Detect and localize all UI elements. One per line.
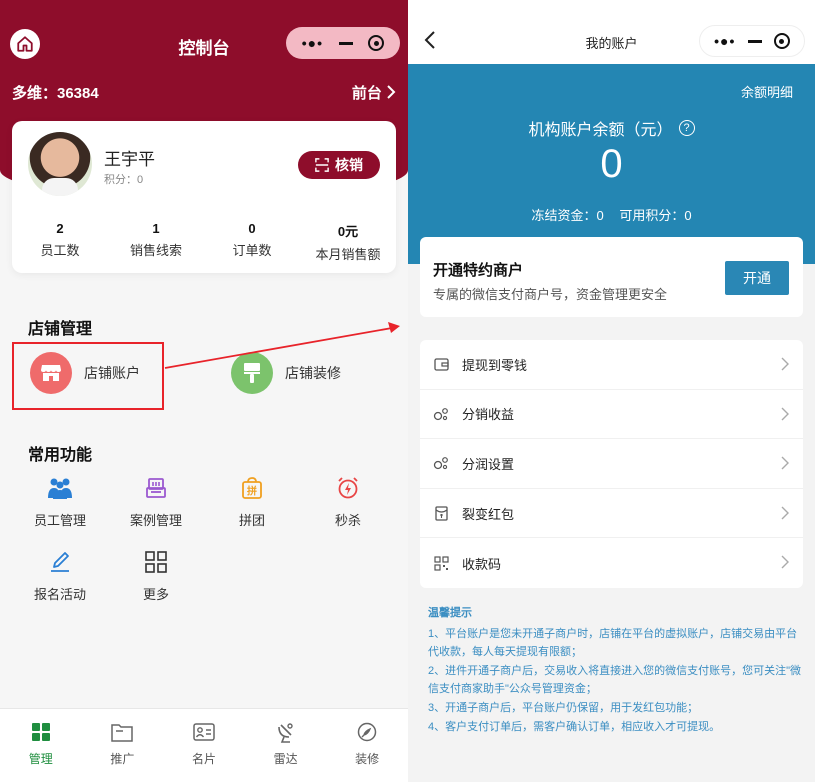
stat-monthly-sales[interactable]: 0元 本月销售额 [300,221,396,263]
tab-manage[interactable]: 管理 [0,709,82,782]
account-panel: 我的账户 •●• 余额明细 机构账户余额（元） ? 0 冻结资金：0 可用积分：… [408,0,815,782]
menu-withdraw[interactable]: 提现到零钱 [420,340,803,390]
balance-detail-link[interactable]: 余额明细 [741,82,793,101]
frozen-funds: 冻结资金：0 [531,208,604,223]
flash-sale-icon [300,474,396,502]
signup-icon [12,548,108,576]
menu-payment-qr[interactable]: 收款码 [420,538,803,588]
tip-item: 2、进件开通子商户后，交易收入将直接进入您的微信支付账号，您可关注"微信支付商家… [428,664,802,696]
miniprogram-capsule: •●• [286,27,400,59]
staff-icon [12,474,108,502]
minimize-icon[interactable] [747,39,762,43]
balance-title: 机构账户余额（元） ? [408,116,815,140]
open-merchant-button[interactable]: 开通 [725,261,789,295]
miniprogram-capsule: •●• [699,25,805,57]
func-group-buy[interactable]: 拼 拼团 [204,474,300,529]
group-buy-icon: 拼 [204,474,300,502]
duowei-text: 多维：36384 [12,85,99,102]
user-name: 王宇平 [104,150,155,169]
close-miniprogram-icon[interactable] [773,33,790,49]
tab-promote[interactable]: 推广 [82,709,164,782]
balance-sub-info: 冻结资金：0 可用积分：0 [408,205,815,224]
duowei-bar: 多维：36384 前台 [12,82,396,103]
func-case-management[interactable]: 案例管理 [108,474,204,529]
tips-block: 温馨提示 1、平台账户是您未开通子商户时，店铺在平台的虚拟账户，店铺交易由平台代… [428,604,803,736]
tip-item: 1、平台账户是您未开通子商户时，店铺在平台的虚拟账户，店铺交易由平台代收款，每人… [428,627,798,659]
svg-text:拼: 拼 [247,485,257,498]
share-income-icon [433,406,449,422]
menu-distribution-income[interactable]: 分销收益 [420,390,803,440]
account-menu-list: 提现到零钱 分销收益 分润设置 裂变红包 收款码 [420,340,803,588]
annotation-highlight-box [12,342,164,410]
minimize-icon[interactable] [338,41,353,45]
stat-orders[interactable]: 0 订单数 [204,221,300,263]
user-points: 积分：0 [104,174,144,186]
available-points: 可用积分：0 [619,208,692,223]
promote-icon [82,721,164,743]
merchant-title: 开通特约商户 [433,262,524,279]
func-signup-activity[interactable]: 报名活动 [12,548,108,603]
manage-icon [0,721,82,743]
brush-icon [231,352,273,394]
func-staff-management[interactable]: 员工管理 [12,474,108,529]
case-icon [108,474,204,502]
card-icon [163,721,245,743]
more-menu-icon[interactable]: •●• [714,33,735,49]
close-miniprogram-icon[interactable] [368,35,385,51]
verify-button[interactable]: 核销 [298,151,380,179]
tab-radar[interactable]: 雷达 [245,709,327,782]
func-more[interactable]: 更多 [108,548,204,603]
menu-fission-red-packet[interactable]: 裂变红包 [420,489,803,539]
profile-card: 王宇平 积分：0 核销 2 员工数 1 销售线索 0 订单数 0元 本月销售额 [12,121,396,273]
tab-card[interactable]: 名片 [163,709,245,782]
stats-row: 2 员工数 1 销售线索 0 订单数 0元 本月销售额 [12,221,396,263]
front-link[interactable]: 前台 [352,82,396,103]
chevron-right-icon [781,357,789,371]
qr-code-icon [433,555,449,571]
stat-leads[interactable]: 1 销售线索 [108,221,204,263]
chevron-right-icon [781,506,789,520]
radar-icon [245,721,327,743]
more-grid-icon [108,548,204,576]
tip-item: 3、开通子商户后，平台账户仍保留，用于发红包功能； [428,701,699,714]
chevron-right-icon [387,85,396,99]
help-icon[interactable]: ? [678,120,695,136]
tip-item: 4、客户支付订单后，需客户确认订单，相应收入才可提现。 [428,720,721,733]
balance-amount: 0 [600,142,623,186]
wallet-icon [433,356,449,372]
balance-hero: 余额明细 机构账户余额（元） ? 0 冻结资金：0 可用积分：0 [408,64,815,264]
tips-title: 温馨提示 [428,607,472,619]
decorate-icon [326,721,408,743]
merchant-desc: 专属的微信支付商户号，资金管理更安全 [433,287,668,302]
tab-decorate[interactable]: 装修 [326,709,408,782]
functions-section-title: 常用功能 [28,447,93,464]
store-section-title: 店铺管理 [28,321,93,338]
func-flash-sale[interactable]: 秒杀 [300,474,396,529]
more-menu-icon[interactable]: •●• [302,35,323,51]
bottom-tabbar: 管理 推广 名片 雷达 装修 [0,708,408,782]
chevron-right-icon [781,407,789,421]
chevron-right-icon [781,456,789,470]
account-header: 我的账户 •●• [408,0,815,64]
console-panel: 控制台 •●• 多维：36384 前台 王宇平 积分：0 核销 2 员工数 1 销售… [0,0,408,782]
stat-staff[interactable]: 2 员工数 [12,221,108,263]
red-packet-icon [433,505,449,521]
profit-settings-icon [433,455,449,471]
store-decoration-item[interactable]: 店铺装修 [231,352,341,394]
avatar[interactable] [28,132,92,196]
console-header: 控制台 •●• [0,22,408,64]
chevron-right-icon [781,555,789,569]
menu-profit-settings[interactable]: 分润设置 [420,439,803,489]
scan-icon [315,158,329,172]
merchant-card: 开通特约商户 专属的微信支付商户号，资金管理更安全 开通 [420,237,803,317]
